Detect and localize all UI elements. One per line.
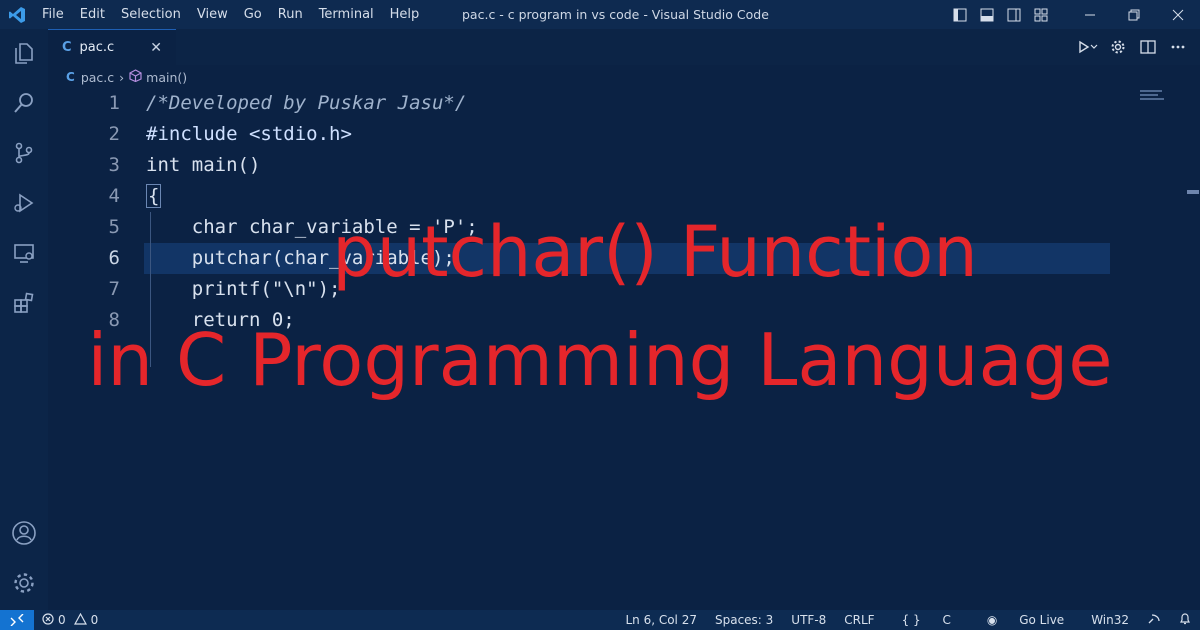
menu-run[interactable]: Run: [270, 0, 311, 29]
vertical-scrollbar[interactable]: [1186, 88, 1200, 610]
indentation[interactable]: Spaces: 3: [706, 613, 782, 627]
go-live-label: Go Live: [1019, 613, 1065, 627]
editor-tab-bar: C pac.c ✕: [48, 29, 1200, 65]
error-icon: [42, 612, 54, 628]
language-label: C: [942, 613, 951, 627]
restore-icon[interactable]: [1112, 0, 1156, 29]
remote-indicator-icon[interactable]: [0, 610, 34, 630]
line-text: /*Developed by Puskar Jasu*/: [146, 92, 467, 114]
feedback-icon[interactable]: [1138, 613, 1170, 628]
toggle-panel-icon[interactable]: [973, 0, 1000, 29]
symbol-method-icon: [129, 69, 142, 85]
file-encoding[interactable]: UTF-8: [782, 613, 835, 627]
breadcrumb: C pac.c › main(): [66, 66, 187, 88]
code-line: 3 int main(): [48, 150, 1186, 181]
search-icon[interactable]: [10, 89, 38, 117]
line-number: 5: [108, 216, 120, 238]
status-bar: 0 0 Ln 6, Col 27 Spaces: 3 UTF-8 CRLF { …: [0, 610, 1200, 630]
line-text: #include <stdio.h>: [146, 123, 352, 145]
source-control-icon[interactable]: [10, 139, 38, 167]
minimize-icon[interactable]: [1068, 0, 1112, 29]
line-number: 2: [108, 123, 120, 145]
close-icon[interactable]: [1156, 0, 1200, 29]
indent-guide: [150, 212, 151, 367]
matched-brace: {: [146, 184, 162, 208]
code-editor[interactable]: 1 /*Developed by Puskar Jasu*/ 2 #includ…: [48, 88, 1186, 610]
code-line: 1 /*Developed by Puskar Jasu*/: [48, 88, 1186, 119]
code-line: 4 {: [48, 181, 1186, 212]
line-text: int main(): [146, 154, 261, 176]
activity-bar: [0, 29, 48, 610]
braces-icon: { }: [901, 613, 921, 627]
line-text: {: [146, 181, 162, 212]
problems-indicator[interactable]: 0 0: [42, 612, 99, 628]
menu-bar: File Edit Selection View Go Run Terminal…: [34, 0, 427, 29]
current-line: 6 putchar(char_variable);: [48, 243, 1186, 274]
line-number: 6: [108, 247, 120, 269]
code-line: 5 char char_variable = 'P';: [48, 212, 1186, 243]
tab-label: pac.c: [79, 40, 115, 55]
minimap[interactable]: [1140, 88, 1168, 104]
chevron-right-icon: ›: [119, 69, 125, 85]
tab-pac-c[interactable]: C pac.c ✕: [48, 29, 176, 65]
line-number: 7: [108, 278, 120, 300]
menu-edit[interactable]: Edit: [72, 0, 113, 29]
line-number: 1: [108, 92, 120, 114]
line-text: printf("\n");: [146, 278, 341, 300]
customize-layout-icon[interactable]: [1027, 0, 1054, 29]
menu-view[interactable]: View: [189, 0, 236, 29]
window-controls: [946, 0, 1200, 29]
line-text: char char_variable = 'P';: [146, 216, 478, 238]
error-count: 0: [58, 613, 66, 627]
accounts-icon[interactable]: [10, 519, 38, 547]
warning-icon: [73, 612, 87, 628]
extensions-icon[interactable]: [10, 289, 38, 317]
go-live-button[interactable]: ◉ Go Live: [969, 613, 1082, 627]
window-title: pac.c - c program in vs code - Visual St…: [462, 7, 769, 22]
split-editor-icon[interactable]: [1136, 29, 1160, 65]
remote-explorer-icon[interactable]: [10, 239, 38, 267]
tab-close-icon[interactable]: ✕: [150, 40, 162, 56]
code-line: 8 return 0;: [48, 305, 1186, 336]
warning-count: 0: [90, 613, 99, 627]
line-number: 4: [108, 185, 120, 207]
cursor-position[interactable]: Ln 6, Col 27: [616, 613, 706, 627]
status-bar-right: Ln 6, Col 27 Spaces: 3 UTF-8 CRLF { } C …: [616, 610, 1200, 630]
code-line: 2 #include <stdio.h>: [48, 119, 1186, 150]
breadcrumb-symbol[interactable]: main(): [146, 70, 187, 85]
explorer-icon[interactable]: [10, 39, 38, 67]
manage-gear-icon[interactable]: [10, 569, 38, 597]
settings-gear-icon[interactable]: [1106, 29, 1130, 65]
line-number: 8: [108, 309, 120, 331]
toggle-primary-sidebar-icon[interactable]: [946, 0, 973, 29]
toggle-secondary-sidebar-icon[interactable]: [1000, 0, 1027, 29]
notifications-bell-icon[interactable]: [1170, 612, 1200, 628]
platform[interactable]: Win32: [1082, 613, 1138, 627]
run-and-debug-icon[interactable]: [10, 189, 38, 217]
vscode-logo-icon: [0, 0, 34, 29]
menu-terminal[interactable]: Terminal: [311, 0, 382, 29]
language-mode[interactable]: { } C: [884, 613, 969, 627]
line-number: 3: [108, 154, 120, 176]
run-file-icon[interactable]: [1076, 29, 1100, 65]
menu-file[interactable]: File: [34, 0, 72, 29]
menu-selection[interactable]: Selection: [113, 0, 189, 29]
menu-go[interactable]: Go: [236, 0, 270, 29]
breadcrumb-file[interactable]: pac.c: [81, 70, 114, 85]
code-line: 7 printf("\n");: [48, 274, 1186, 305]
scrollbar-thumb[interactable]: [1187, 190, 1199, 194]
editor-actions: [1076, 29, 1190, 65]
end-of-line[interactable]: CRLF: [835, 613, 883, 627]
broadcast-icon: ◉: [986, 613, 998, 627]
line-text: return 0;: [146, 309, 295, 331]
c-file-icon: C: [62, 40, 72, 55]
title-bar: File Edit Selection View Go Run Terminal…: [0, 0, 1200, 29]
line-text: putchar(char_variable);: [146, 247, 455, 269]
more-actions-icon[interactable]: [1166, 29, 1190, 65]
c-file-icon: C: [66, 70, 75, 84]
menu-help[interactable]: Help: [382, 0, 428, 29]
